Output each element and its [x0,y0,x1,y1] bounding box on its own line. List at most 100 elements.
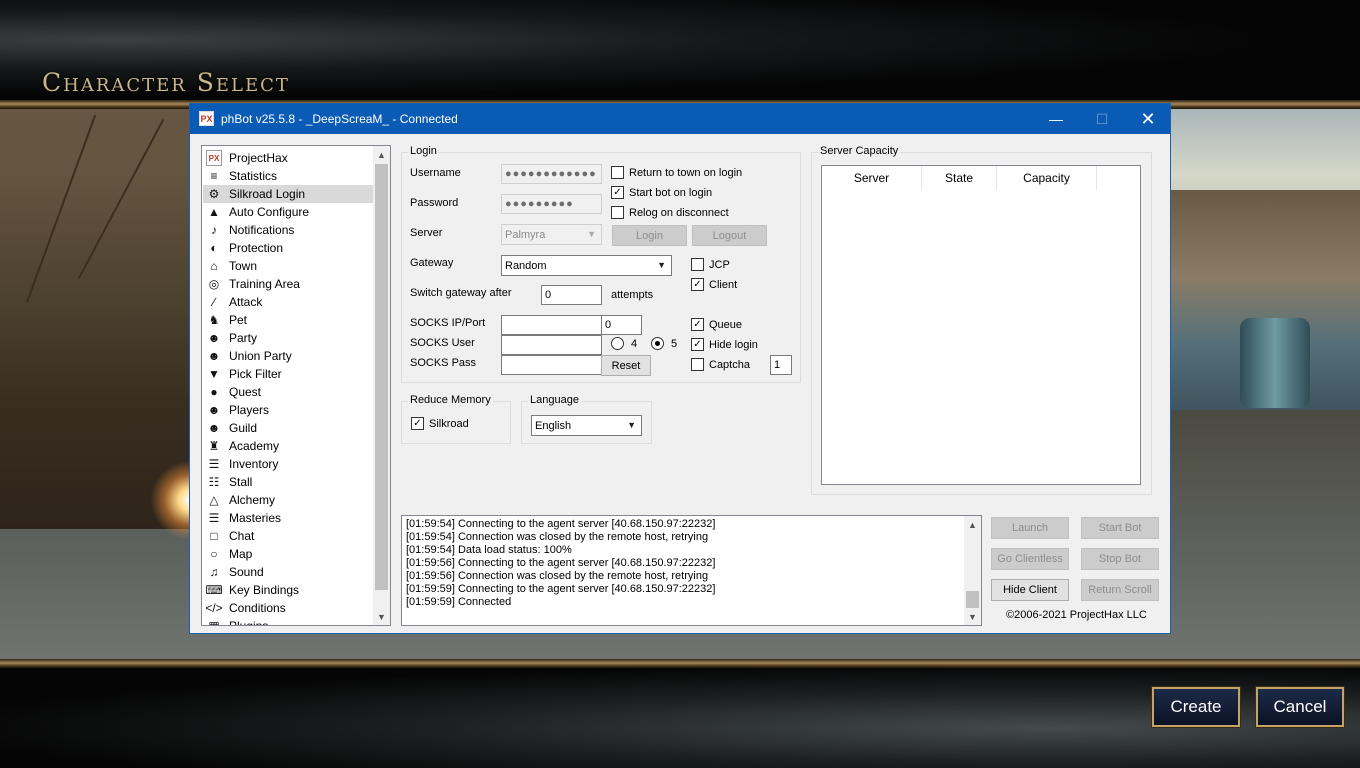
sidebar-item-attack[interactable]: ∕ Attack [203,293,373,311]
chevron-down-icon: ▼ [657,260,666,270]
sidebar-item-projecthax[interactable]: PX ProjectHax [203,149,373,167]
px-logo-icon: PX [206,150,222,166]
socks-user-field[interactable] [501,335,602,355]
sidebar-item-plugins[interactable]: ▦ Plugins [203,617,373,625]
password-field[interactable]: ●●●●●●●●● [501,194,602,214]
reset-button[interactable]: Reset [601,355,651,376]
alchemy-icon: △ [209,493,219,507]
sidebar-item-union-party[interactable]: ☻ Union Party [203,347,373,365]
sidebar-item-pet[interactable]: ♞ Pet [203,311,373,329]
close-icon: ✕ [1140,108,1156,129]
sidebar-item-players[interactable]: ☻ Players [203,401,373,419]
sound-icon: ♫ [209,565,219,579]
logout-button[interactable]: Logout [692,225,767,246]
sidebar-item-map[interactable]: ○ Map [203,545,373,563]
close-button[interactable]: ✕ [1125,104,1171,134]
socks-ip-field[interactable] [501,315,602,335]
sidebar-item-alchemy[interactable]: △ Alchemy [203,491,373,509]
cancel-button[interactable]: Cancel [1255,686,1345,728]
capacity-column-header[interactable]: Capacity [997,166,1097,190]
maximize-button[interactable]: ☐ [1079,104,1125,134]
captcha-field[interactable]: 1 [770,355,792,375]
queue-checkbox[interactable]: ✓ Queue [691,318,742,331]
hide-login-checkbox[interactable]: ✓ Hide login [691,338,758,351]
server-capacity-legend: Server Capacity [818,145,901,157]
sidebar-item-masteries[interactable]: ☰ Masteries [203,509,373,527]
log-line: [01:59:54] Connecting to the agent serve… [406,518,716,530]
sidebar-item-notifications[interactable]: ♪ Notifications [203,221,373,239]
hide-login-label: Hide login [709,338,758,351]
sidebar-item-guild[interactable]: ☻ Guild [203,419,373,437]
log-scrollbar[interactable]: ▲ ▼ [964,516,981,625]
scroll-down-icon[interactable]: ▼ [373,608,390,625]
captcha-checkbox[interactable]: Captcha [691,358,750,371]
sidebar-scrollbar[interactable]: ▲ ▼ [373,146,390,625]
scroll-up-icon[interactable]: ▲ [964,516,981,533]
go-clientless-button[interactable]: Go Clientless [991,548,1069,570]
filter-icon: ▼ [208,367,220,381]
socks4-radio[interactable]: 4 [611,337,637,350]
client-label: Client [709,278,738,291]
sidebar-item-training-area[interactable]: ◎ Training Area [203,275,373,293]
relog-checkbox[interactable]: Relog on disconnect [611,206,729,219]
sidebar-item-label: Union Party [229,349,292,363]
switch-gateway-field[interactable]: 0 [541,285,602,305]
create-button[interactable]: Create [1151,686,1241,728]
launch-button[interactable]: Launch [991,517,1069,539]
log-output[interactable]: [01:59:54] Connecting to the agent serve… [401,515,982,626]
sidebar-item-academy[interactable]: ♜ Academy [203,437,373,455]
socks-user-label: SOCKS User [410,337,475,349]
server-column-header[interactable]: Server [822,166,922,190]
sidebar-nav[interactable]: PX ProjectHax ≡ Statistics ⚙ Silkroad Login ▲ A… [201,145,391,626]
sidebar-item-silkroad-login[interactable]: ⚙ Silkroad Login [203,185,373,203]
hide-client-button[interactable]: Hide Client [991,579,1069,601]
stop-bot-button[interactable]: Stop Bot [1081,548,1159,570]
sidebar-item-quest[interactable]: ● Quest [203,383,373,401]
login-button[interactable]: Login [612,225,687,246]
gateway-select[interactable]: Random ▼ [501,255,672,276]
sidebar-item-inventory[interactable]: ☰ Inventory [203,455,373,473]
sidebar-item-protection[interactable]: ◐ Protection [203,239,373,257]
server-select[interactable]: Palmyra ▼ [501,224,602,245]
sidebar-item-statistics[interactable]: ≡ Statistics [203,167,373,185]
sidebar-item-pick-filter[interactable]: ▼ Pick Filter [203,365,373,383]
socks-port-field[interactable]: 0 [601,315,642,335]
log-line: [01:59:56] Connecting to the agent serve… [406,557,716,569]
language-select-value: English [535,419,572,432]
scroll-thumb[interactable] [375,164,388,590]
sidebar-item-sound[interactable]: ♫ Sound [203,563,373,581]
start-bot-button[interactable]: Start Bot [1081,517,1159,539]
scroll-up-icon[interactable]: ▲ [373,146,390,163]
socks4-radio-dot [611,337,624,350]
town-icon: ⌂ [210,259,218,273]
sidebar-item-chat[interactable]: □ Chat [203,527,373,545]
start-bot-checkbox[interactable]: ✓ Start bot on login [611,186,712,199]
jcp-checkbox[interactable]: JCP [691,258,730,271]
state-column-header[interactable]: State [922,166,997,190]
sidebar-item-stall[interactable]: ☷ Stall [203,473,373,491]
socks5-radio[interactable]: 5 [651,337,677,350]
sidebar-item-label: Auto Configure [229,205,310,219]
sidebar-item-conditions[interactable]: </> Conditions [203,599,373,617]
window-titlebar[interactable]: PX phBot v25.5.8 - _DeepScreaM_ - Connec… [190,104,1170,134]
return-scroll-button[interactable]: Return Scroll [1081,579,1159,601]
sidebar-item-label: Conditions [229,601,286,615]
sidebar-item-auto-configure[interactable]: ▲ Auto Configure [203,203,373,221]
sidebar-item-label: Pick Filter [229,367,282,381]
sidebar-item-party[interactable]: ☻ Party [203,329,373,347]
client-checkbox[interactable]: ✓ Client [691,278,737,291]
sidebar-item-town[interactable]: ⌂ Town [203,257,373,275]
server-list[interactable]: Server State Capacity [821,165,1141,485]
return-to-town-checkbox[interactable]: Return to town on login [611,166,742,179]
username-field[interactable]: ●●●●●●●●●●●● [501,164,602,184]
sidebar-item-key-bindings[interactable]: ⌨ Key Bindings [203,581,373,599]
minimize-button[interactable]: — [1033,104,1079,134]
scroll-thumb[interactable] [966,591,979,608]
socks-pass-field[interactable] [501,355,602,375]
language-select[interactable]: English ▼ [531,415,642,436]
client-box: ✓ [691,278,704,291]
reduce-memory-legend: Reduce Memory [408,394,493,406]
silkroad-checkbox[interactable]: ✓ Silkroad [411,417,469,430]
inventory-icon: ☰ [208,457,220,471]
scroll-down-icon[interactable]: ▼ [964,608,981,625]
